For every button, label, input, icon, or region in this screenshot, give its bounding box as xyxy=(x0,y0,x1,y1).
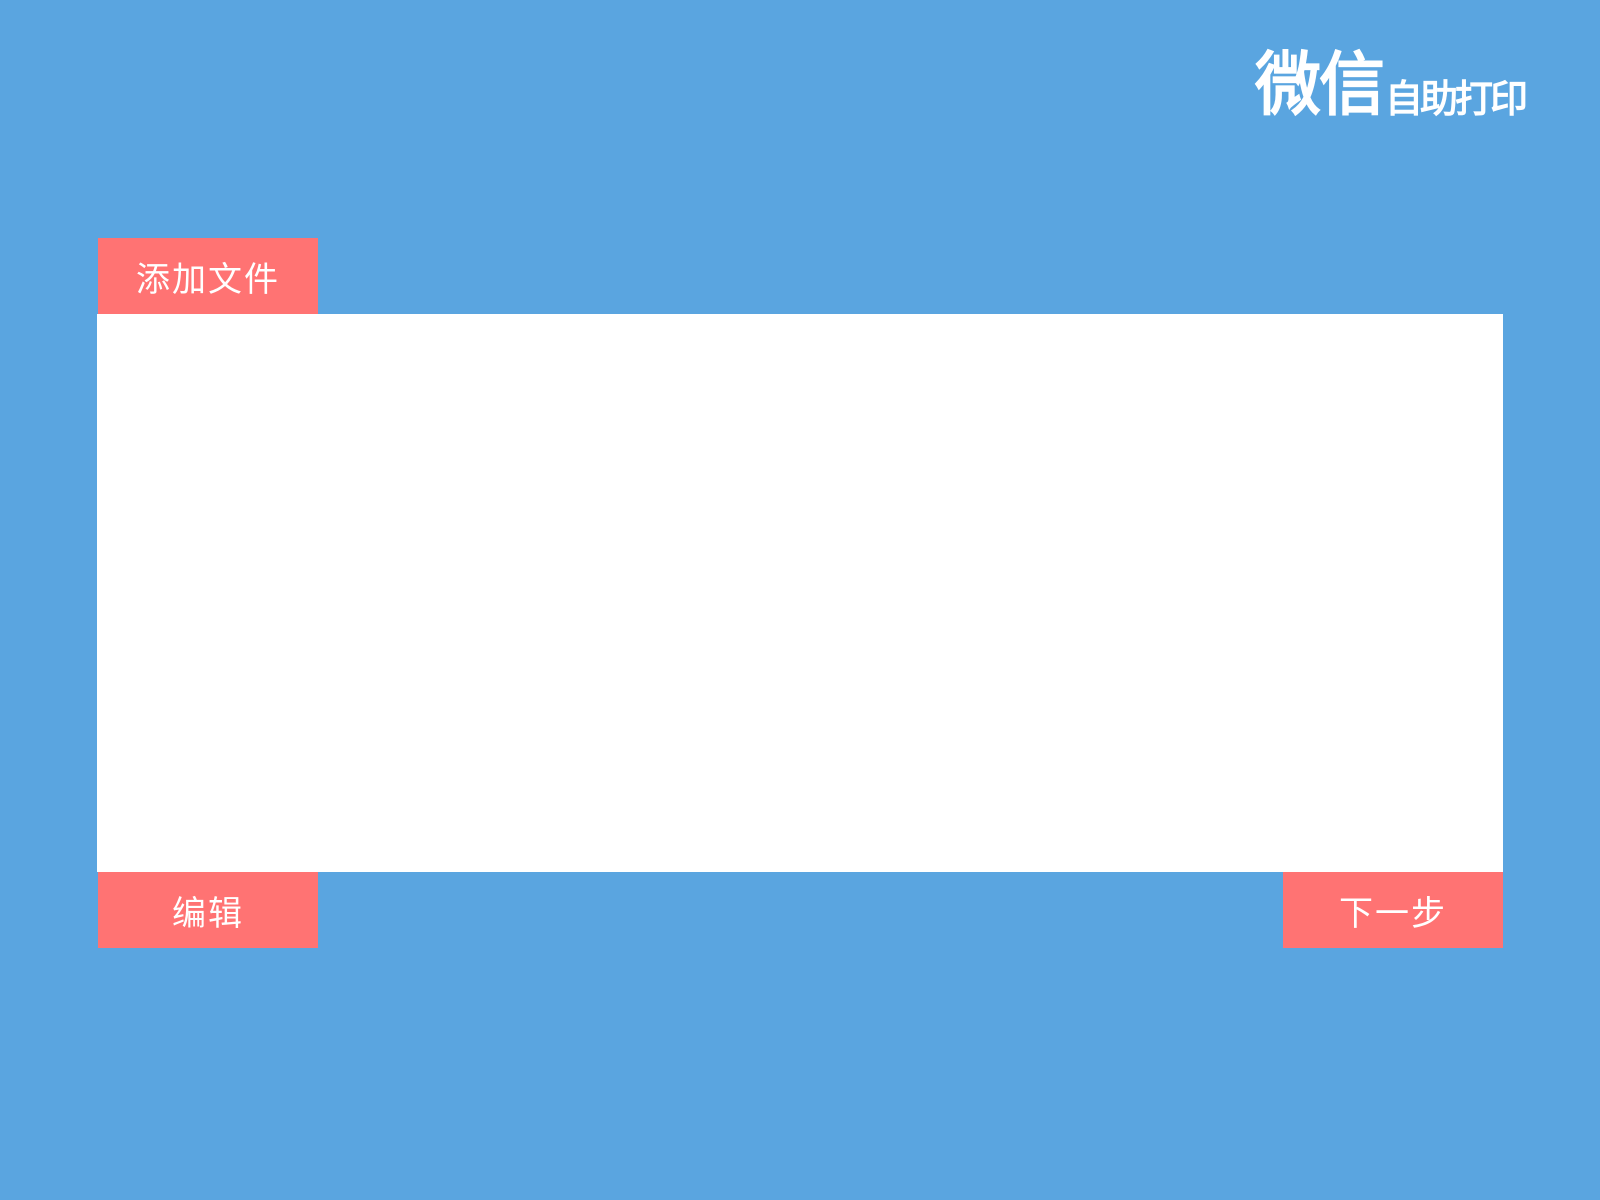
logo-main-text: 微信 xyxy=(1254,44,1385,126)
add-file-button[interactable]: 添加文件 xyxy=(98,238,318,314)
next-step-button[interactable]: 下一步 xyxy=(1283,872,1503,948)
app-logo: 微信 自助打印 xyxy=(1254,40,1528,126)
logo-sub-text: 自助打印 xyxy=(1384,77,1528,121)
file-list-area[interactable] xyxy=(97,314,1503,872)
edit-button[interactable]: 编辑 xyxy=(98,872,318,948)
